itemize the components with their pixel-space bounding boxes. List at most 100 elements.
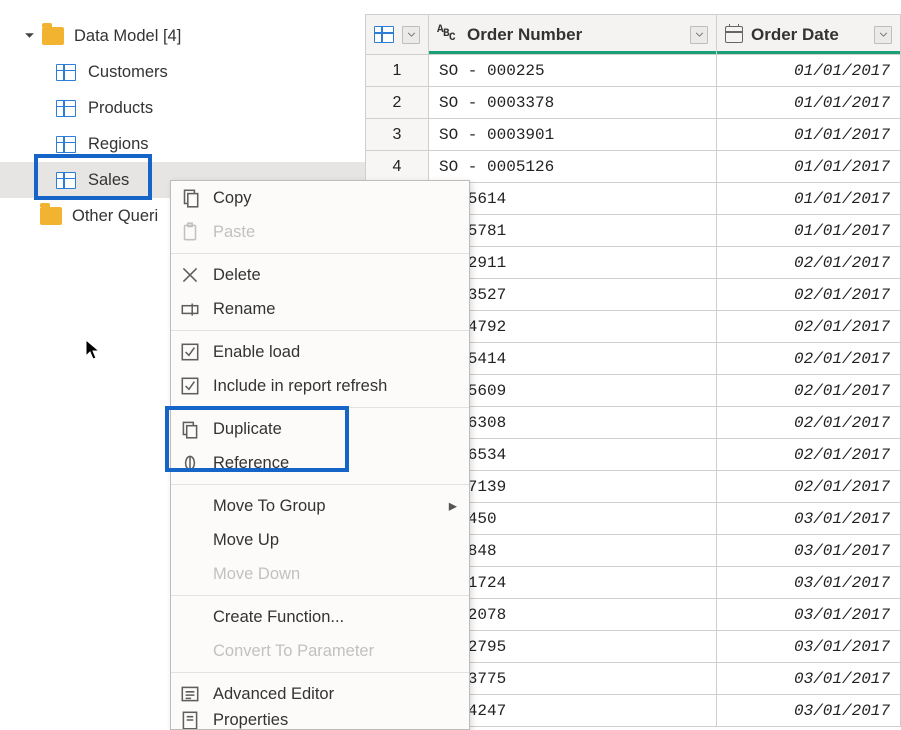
folder-icon — [40, 207, 62, 225]
table-row[interactable]: 2SO - 000337801/01/2017 — [366, 87, 901, 119]
menu-delete[interactable]: Delete — [171, 258, 469, 292]
cell-order-date[interactable]: 02/01/2017 — [717, 343, 901, 375]
cell-order-date[interactable]: 02/01/2017 — [717, 471, 901, 503]
column-header-order-date[interactable]: Order Date — [717, 15, 901, 55]
cell-order-number[interactable]: 0002078 — [429, 599, 717, 631]
cell-order-date[interactable]: 03/01/2017 — [717, 631, 901, 663]
cell-order-date[interactable]: 02/01/2017 — [717, 375, 901, 407]
query-label: Sales — [88, 171, 129, 190]
cell-order-number[interactable]: SO - 0003901 — [429, 119, 717, 151]
column-header-order-number[interactable]: B Order Number — [429, 15, 717, 55]
table-icon — [56, 100, 76, 117]
menu-properties[interactable]: Properties — [171, 711, 469, 729]
query-label: Regions — [88, 135, 149, 154]
column-name: Order Number — [467, 25, 682, 45]
cell-order-date[interactable]: 03/01/2017 — [717, 535, 901, 567]
menu-label: Include in report refresh — [213, 377, 387, 396]
cell-order-number[interactable]: 000450 — [429, 503, 717, 535]
cell-order-number[interactable]: 0002911 — [429, 247, 717, 279]
cell-order-number[interactable]: 0002795 — [429, 631, 717, 663]
cell-order-date[interactable]: 02/01/2017 — [717, 407, 901, 439]
cell-order-date[interactable]: 03/01/2017 — [717, 503, 901, 535]
menu-label: Convert To Parameter — [213, 642, 374, 661]
table-row[interactable]: 1SO - 00022501/01/2017 — [366, 55, 901, 87]
menu-label: Move Up — [213, 531, 279, 550]
cell-order-date[interactable]: 02/01/2017 — [717, 439, 901, 471]
cell-order-date[interactable]: 01/01/2017 — [717, 55, 901, 87]
cell-order-number[interactable]: 0005781 — [429, 215, 717, 247]
cell-order-date[interactable]: 01/01/2017 — [717, 87, 901, 119]
table-row[interactable]: 3SO - 000390101/01/2017 — [366, 119, 901, 151]
date-type-icon — [725, 26, 743, 43]
cell-order-date[interactable]: 01/01/2017 — [717, 183, 901, 215]
table-icon — [56, 172, 76, 189]
cell-order-date[interactable]: 03/01/2017 — [717, 599, 901, 631]
menu-label: Reference — [213, 454, 289, 473]
menu-duplicate[interactable]: Duplicate — [171, 412, 469, 446]
cell-order-number[interactable]: 0005414 — [429, 343, 717, 375]
menu-label: Move To Group — [213, 497, 326, 516]
table-icon — [56, 64, 76, 81]
cell-order-number[interactable]: 0004792 — [429, 311, 717, 343]
cell-order-number[interactable]: 0003775 — [429, 663, 717, 695]
cell-order-number[interactable]: SO - 000225 — [429, 55, 717, 87]
properties-icon — [179, 711, 201, 729]
menu-label: Copy — [213, 189, 252, 208]
menu-separator — [171, 253, 469, 254]
menu-separator — [171, 595, 469, 596]
menu-rename[interactable]: Rename — [171, 292, 469, 326]
cell-order-number[interactable]: 0006308 — [429, 407, 717, 439]
cell-order-number[interactable]: 0005614 — [429, 183, 717, 215]
table-menu-button[interactable] — [402, 26, 420, 44]
table-icon — [56, 136, 76, 153]
cell-order-number[interactable]: 0004247 — [429, 695, 717, 727]
context-menu: Copy Paste Delete Rename Enable load Inc… — [170, 180, 470, 730]
cell-order-number[interactable]: SO - 0003378 — [429, 87, 717, 119]
menu-move-to-group[interactable]: Move To Group ▸ — [171, 489, 469, 523]
menu-label: Enable load — [213, 343, 300, 362]
query-customers[interactable]: Customers — [0, 54, 365, 90]
query-products[interactable]: Products — [0, 90, 365, 126]
cell-order-date[interactable]: 03/01/2017 — [717, 695, 901, 727]
rename-icon — [179, 298, 201, 320]
column-filter-button[interactable] — [690, 26, 708, 44]
menu-move-up[interactable]: Move Up — [171, 523, 469, 557]
cell-order-date[interactable]: 01/01/2017 — [717, 151, 901, 183]
cell-order-number[interactable]: 0003527 — [429, 279, 717, 311]
cell-order-date[interactable]: 01/01/2017 — [717, 215, 901, 247]
menu-reference[interactable]: Reference — [171, 446, 469, 480]
cell-order-date[interactable]: 02/01/2017 — [717, 247, 901, 279]
cell-order-number[interactable]: 0007139 — [429, 471, 717, 503]
cell-order-number[interactable]: 0001724 — [429, 567, 717, 599]
cell-order-date[interactable]: 03/01/2017 — [717, 663, 901, 695]
folder-icon — [42, 27, 64, 45]
column-filter-button[interactable] — [874, 26, 892, 44]
menu-label: Create Function... — [213, 608, 344, 627]
menu-separator — [171, 330, 469, 331]
cell-order-date[interactable]: 02/01/2017 — [717, 279, 901, 311]
cell-order-number[interactable]: SO - 0005126 — [429, 151, 717, 183]
menu-move-down: Move Down — [171, 557, 469, 591]
menu-separator — [171, 672, 469, 673]
cell-order-date[interactable]: 01/01/2017 — [717, 119, 901, 151]
cell-order-number[interactable]: 000848 — [429, 535, 717, 567]
menu-create-function[interactable]: Create Function... — [171, 600, 469, 634]
menu-copy[interactable]: Copy — [171, 181, 469, 215]
query-regions[interactable]: Regions — [0, 126, 365, 162]
cell-order-date[interactable]: 03/01/2017 — [717, 567, 901, 599]
menu-label: Properties — [213, 711, 288, 729]
menu-label: Delete — [213, 266, 261, 285]
table-row[interactable]: 4SO - 000512601/01/2017 — [366, 151, 901, 183]
folder-label: Other Queri — [72, 207, 158, 226]
cell-order-number[interactable]: 0006534 — [429, 439, 717, 471]
cell-order-date[interactable]: 02/01/2017 — [717, 311, 901, 343]
query-label: Products — [88, 99, 153, 118]
cell-order-number[interactable]: 0005609 — [429, 375, 717, 407]
menu-enable-load[interactable]: Enable load — [171, 335, 469, 369]
cursor-icon — [84, 338, 102, 365]
row-number-header[interactable] — [366, 15, 429, 55]
folder-data-model[interactable]: Data Model [4] — [0, 18, 365, 54]
menu-include-refresh[interactable]: Include in report refresh — [171, 369, 469, 403]
column-quality-bar — [717, 51, 900, 54]
menu-advanced-editor[interactable]: Advanced Editor — [171, 677, 469, 711]
